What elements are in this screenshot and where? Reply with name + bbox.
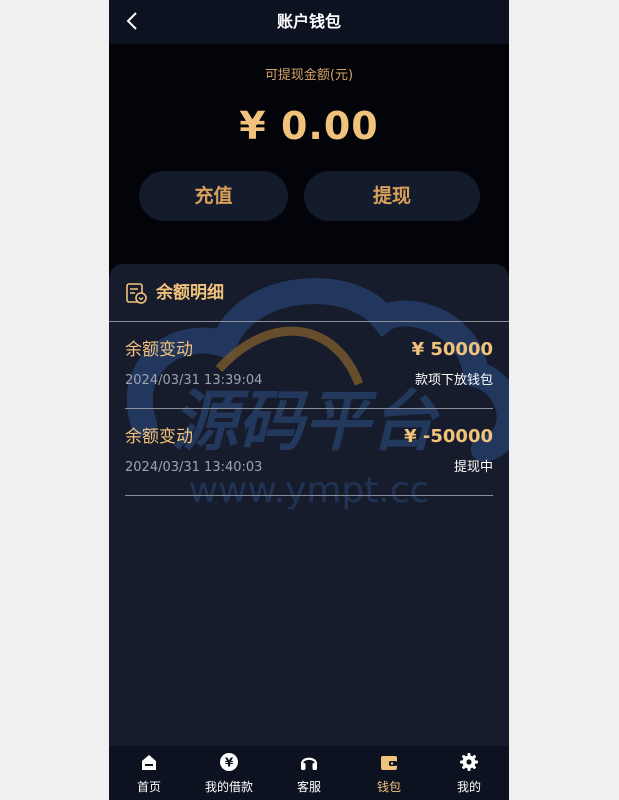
yuan-coin-icon: ¥ — [220, 753, 238, 771]
top-bar: 账户钱包 — [109, 0, 509, 44]
wallet-icon — [381, 756, 397, 770]
transaction-type: 余额变动 — [125, 427, 193, 447]
detail-header: 余额明细 — [109, 264, 509, 322]
chevron-left-icon — [126, 12, 137, 30]
home-icon — [142, 755, 156, 770]
balance-amount: ¥ 0.00 — [239, 104, 379, 148]
page-title: 账户钱包 — [276, 12, 341, 31]
tab-label: 钱包 — [376, 780, 401, 794]
tab-label: 首页 — [136, 780, 161, 794]
recharge-button[interactable]: 充值 — [139, 171, 288, 221]
tab-customer-service[interactable]: 客服 — [269, 746, 349, 800]
back-button[interactable] — [119, 8, 147, 36]
wallet-screen: 账户钱包 可提现金额(元) ¥ 0.00 充值 提现 源码平台 www.ympt… — [109, 0, 509, 800]
svg-text:¥: ¥ — [225, 756, 234, 770]
withdraw-button[interactable]: 提现 — [304, 171, 480, 221]
tab-label: 客服 — [296, 780, 321, 794]
transaction-status: 款项下放钱包 — [414, 373, 493, 388]
tab-label: 我的 — [456, 780, 481, 794]
transaction-time: 2024/03/31 13:39:04 — [125, 373, 263, 388]
tab-label: 我的借款 — [204, 780, 253, 794]
tab-profile[interactable]: 我的 — [429, 746, 509, 800]
tab-my-loans[interactable]: ¥ 我的借款 — [189, 746, 269, 800]
detail-title: 余额明细 — [156, 283, 224, 303]
transaction-row[interactable]: 余额变动 ¥ 50000 2024/03/31 13:39:04 款项下放钱包 — [125, 322, 493, 409]
transaction-status: 提现中 — [453, 460, 493, 475]
balance-detail-panel: 源码平台 www.ympt.cc 余额明细 余额变动 ¥ 50000 2024/… — [109, 264, 509, 784]
tab-home[interactable]: 首页 — [109, 746, 189, 800]
transaction-type: 余额变动 — [125, 340, 193, 360]
tab-wallet[interactable]: 钱包 — [349, 746, 429, 800]
bill-icon — [126, 283, 147, 304]
transaction-amount: ¥ -50000 — [404, 426, 493, 447]
gear-icon — [460, 753, 478, 771]
bottom-tab-bar: 首页 ¥ 我的借款 客服 钱包 我的 — [109, 746, 509, 800]
headset-icon — [300, 757, 318, 770]
transaction-amount: ¥ 50000 — [411, 339, 493, 360]
transaction-row[interactable]: 余额变动 ¥ -50000 2024/03/31 13:40:03 提现中 — [125, 409, 493, 496]
transaction-time: 2024/03/31 13:40:03 — [125, 460, 263, 475]
balance-label: 可提现金额(元) — [264, 68, 354, 83]
